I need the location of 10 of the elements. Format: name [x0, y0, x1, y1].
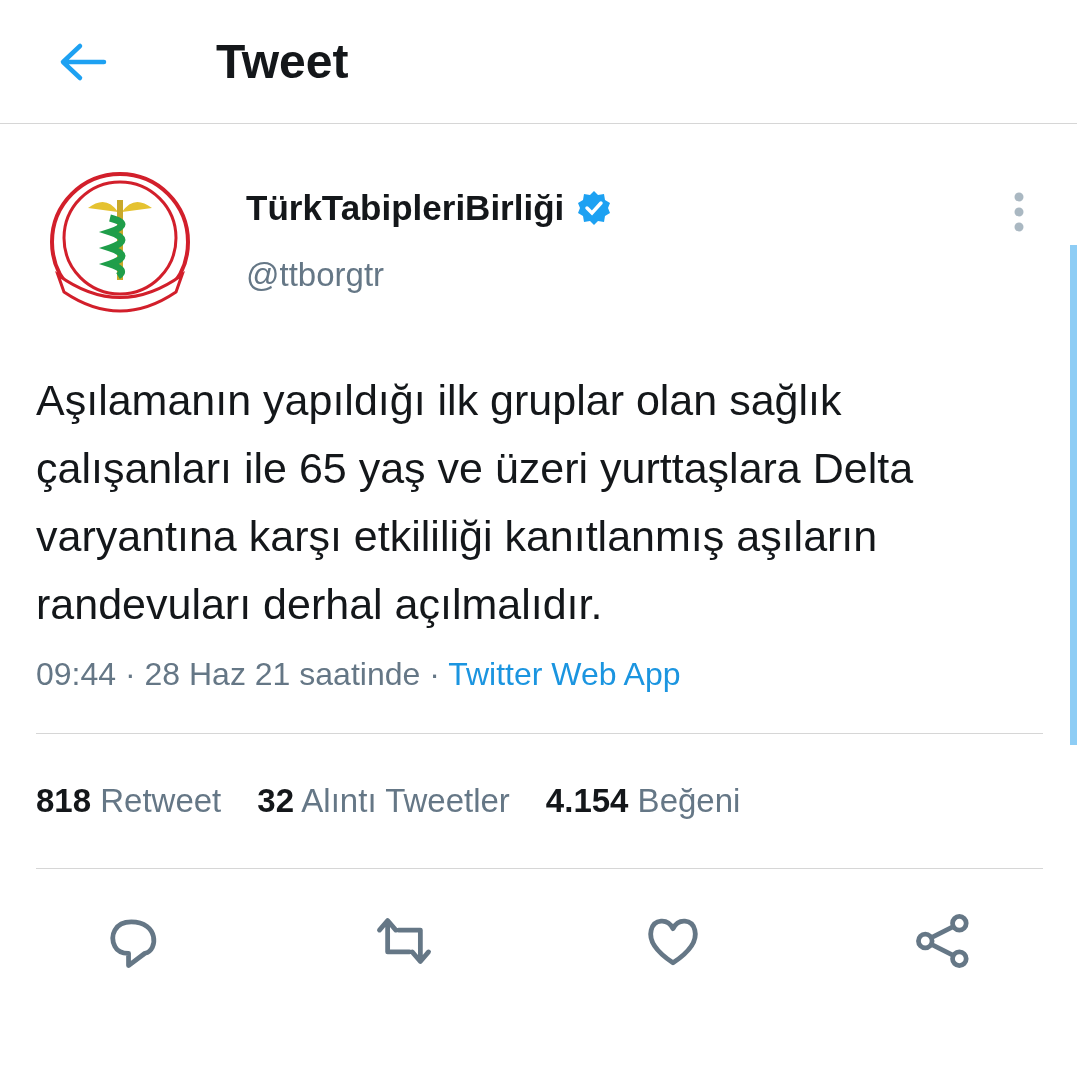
stat-link[interactable]: 32 Alıntı Tweetler: [257, 782, 510, 820]
stat-link[interactable]: 4.154 Beğeni: [545, 782, 741, 820]
author-name[interactable]: TürkTabipleriBirliği: [246, 188, 565, 228]
back-button[interactable]: [58, 41, 108, 82]
stat-link[interactable]: 818 Retweet: [36, 782, 222, 820]
page-title: Tweet: [216, 34, 349, 89]
scroll-bar[interactable]: [1070, 245, 1077, 745]
tweet-timestamp: 09:44 · 28 Haz 21 saatinde · Twitter Web App: [36, 656, 682, 693]
tweet-text: Aşılamanın yapıldığı ilk gruplar olan sağlık çalışanları ile 65 yaş ve üzeri yurttaşlara Delta varyantına karşı etkililiği kanıtlanmış aşıların randevuları derhal açılmalıdır.: [36, 375, 915, 630]
author-handle[interactable]: @ttborgtr: [246, 256, 1013, 294]
